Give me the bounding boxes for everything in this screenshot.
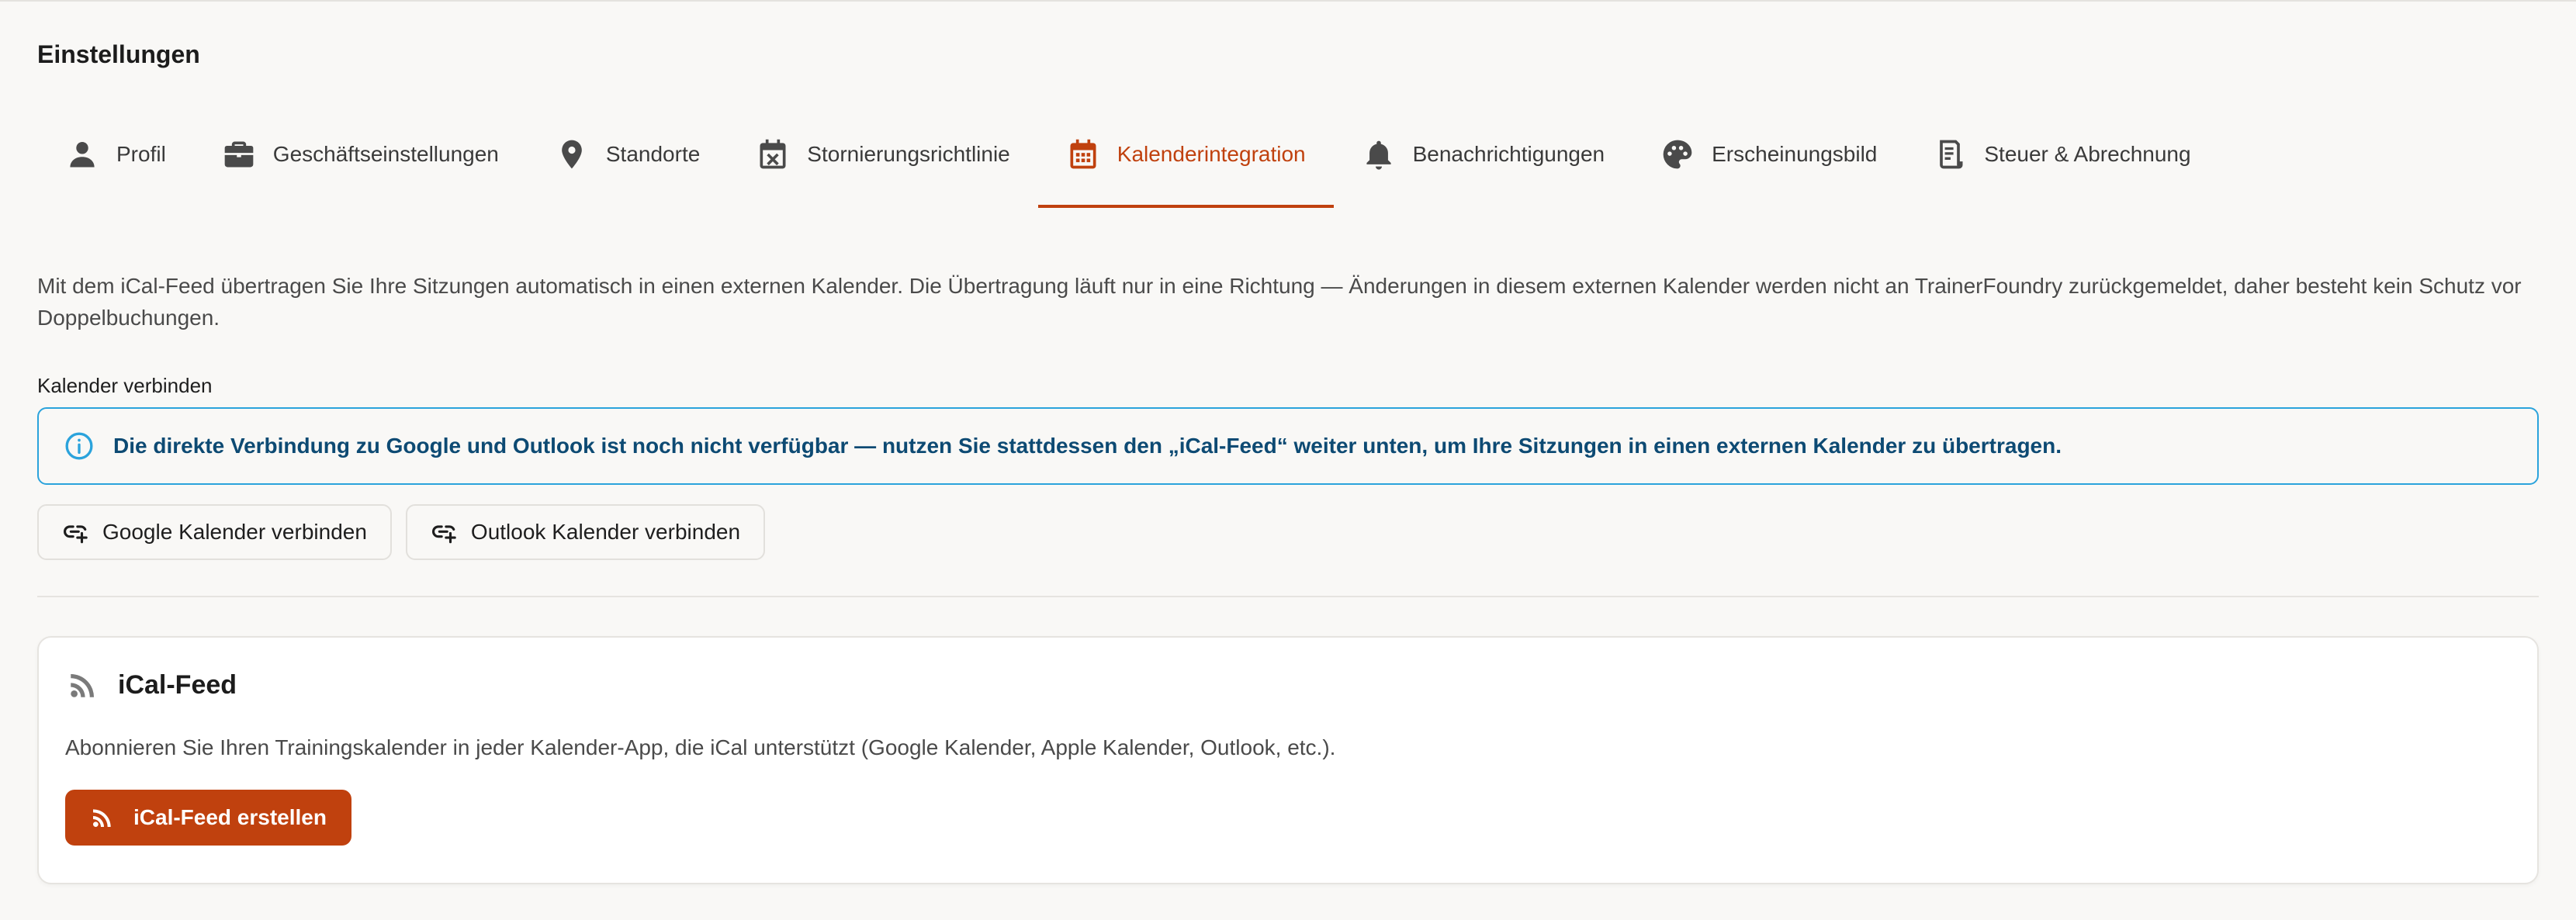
person-icon	[70, 142, 95, 168]
tab-label: Geschäftseinstellungen	[272, 142, 499, 166]
info-alert: Die direkte Verbindung zu Google und Out…	[37, 407, 2539, 485]
connect-buttons: Google Kalender verbinden Outlook Kalend…	[37, 504, 766, 560]
calendar-icon	[1070, 139, 1096, 169]
tab-kalenderintegration[interactable]: Kalenderintegration	[1037, 118, 1334, 208]
rss-icon	[93, 809, 111, 827]
settings-tabs: Profil Geschäftseinstellungen Standorte …	[37, 118, 2219, 209]
tab-stornierungsrichtlinie[interactable]: Stornierungsrichtlinie	[728, 118, 1037, 191]
tab-benachrichtigungen[interactable]: Benachrichtigungen	[1334, 118, 1633, 191]
button-label: Google Kalender verbinden	[102, 520, 367, 544]
link-plus-icon	[431, 525, 456, 544]
ical-feed-description: Abonnieren Sie Ihren Trainingskalender i…	[65, 735, 1336, 759]
location-pin-icon	[562, 140, 582, 169]
section-divider	[37, 596, 2539, 597]
briefcase-icon	[224, 141, 254, 168]
tab-profil[interactable]: Profil	[37, 118, 194, 191]
receipt-icon	[1940, 140, 1963, 169]
ical-feed-header: iCal-Feed	[67, 669, 237, 701]
link-plus-icon	[64, 525, 88, 544]
tab-geschaeftseinstellungen[interactable]: Geschäftseinstellungen	[194, 118, 527, 191]
rss-icon	[71, 674, 94, 697]
tab-label: Erscheinungsbild	[1712, 142, 1878, 166]
google-calendar-connect-button[interactable]: Google Kalender verbinden	[37, 504, 392, 560]
tab-label: Steuer & Abrechnung	[1984, 142, 2191, 166]
tab-standorte[interactable]: Standorte	[527, 118, 728, 191]
ical-feed-card: iCal-Feed Abonnieren Sie Ihren Trainings…	[37, 636, 2539, 884]
connect-section-label: Kalender verbinden	[37, 374, 213, 397]
info-alert-text: Die direkte Verbindung zu Google und Out…	[113, 434, 2062, 458]
intro-text: Mit dem iCal-Feed übertragen Sie Ihre Si…	[37, 274, 2522, 330]
palette-icon	[1663, 140, 1692, 169]
tab-label: Stornierungsrichtlinie	[807, 142, 1010, 166]
tab-erscheinungsbild[interactable]: Erscheinungsbild	[1633, 118, 1905, 191]
ical-feed-title: iCal-Feed	[118, 669, 237, 700]
tab-label: Standorte	[605, 142, 701, 166]
tab-label: Kalenderintegration	[1117, 142, 1306, 166]
button-label: iCal-Feed erstellen	[133, 805, 327, 829]
button-label: Outlook Kalender verbinden	[470, 520, 741, 544]
page-title: Einstellungen	[37, 40, 200, 68]
outlook-calendar-connect-button[interactable]: Outlook Kalender verbinden	[405, 504, 766, 560]
info-icon	[65, 432, 93, 460]
bell-icon	[1366, 140, 1391, 170]
calendar-x-icon	[760, 139, 786, 169]
create-ical-feed-button[interactable]: iCal-Feed erstellen	[65, 790, 351, 846]
tab-label: Profil	[116, 142, 166, 166]
tab-label: Benachrichtigungen	[1412, 142, 1605, 166]
tab-steuer-abrechnung[interactable]: Steuer & Abrechnung	[1905, 118, 2218, 191]
